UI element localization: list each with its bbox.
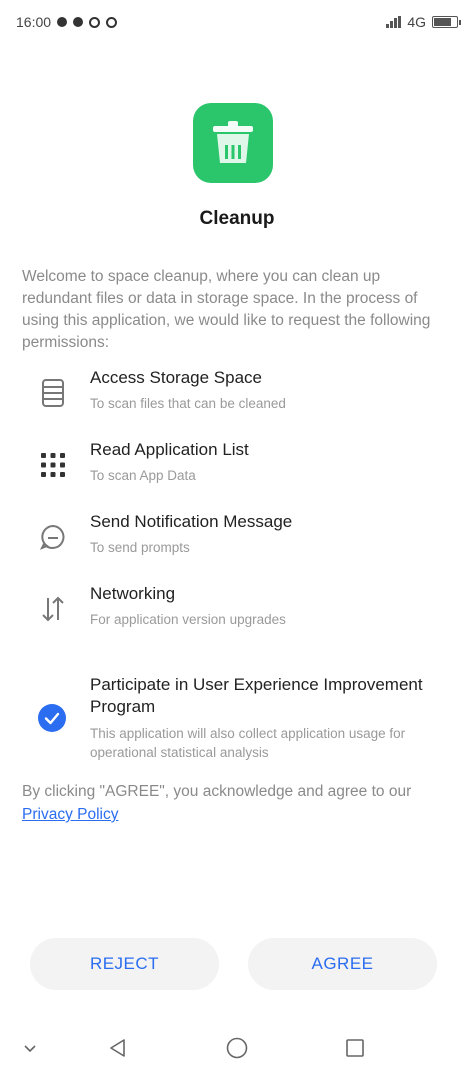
notification-bubble-icon [36,520,70,554]
notification-dot-icon [57,17,68,27]
recents-square-icon[interactable] [339,1032,371,1064]
status-left: 16:00 [16,14,118,30]
privacy-policy-link[interactable]: Privacy Policy [22,806,118,823]
reject-button[interactable]: REJECT [30,938,219,990]
permission-title: Access Storage Space [90,368,262,387]
permission-desc: For application version upgrades [90,612,286,627]
app-grid-icon [36,448,70,482]
program-title: Participate in User Experience Improveme… [90,675,423,716]
permission-title: Read Application List [90,440,249,459]
permission-desc: To scan App Data [90,468,196,483]
consent-text: By clicking "AGREE", you acknowledge and… [22,780,448,826]
permission-title: Networking [90,584,176,603]
checkmark-icon [44,712,60,725]
battery-icon [432,16,461,28]
back-triangle-icon[interactable] [102,1032,134,1064]
storage-icon [36,376,70,410]
permission-item-app-list: Read Application List To scan App Data [0,438,474,498]
permission-item-storage: Access Storage Space To scan files that … [0,366,474,426]
collapse-chevron-icon[interactable] [14,1032,46,1064]
status-right: 4G [386,14,461,30]
permission-desc: To send prompts [90,540,190,555]
permission-item-networking: Networking For application version upgra… [0,582,474,642]
program-checkbox[interactable] [38,704,66,732]
program-desc: This application will also collect appli… [90,726,406,760]
permission-title: Send Notification Message [90,512,293,531]
status-time: 16:00 [16,14,52,30]
signal-icon [386,16,402,28]
navigation-bar [0,1024,474,1072]
network-arrows-icon [36,592,70,626]
intro-text: Welcome to space cleanup, where you can … [22,268,431,351]
agree-button[interactable]: AGREE [248,938,437,990]
status-bar: 16:00 4G [0,0,474,44]
notification-count-icon [89,16,101,28]
home-circle-icon[interactable] [221,1032,253,1064]
permission-item-notification: Send Notification Message To send prompt… [0,510,474,570]
app-title: Cleanup [199,208,275,229]
trash-can-icon [193,103,273,183]
network-type: 4G [407,14,426,30]
sync-icon [106,16,118,28]
notification-dot-icon [73,17,84,27]
consent-body: By clicking "AGREE", you acknowledge and… [22,783,412,800]
permission-desc: To scan files that can be cleaned [90,396,286,411]
